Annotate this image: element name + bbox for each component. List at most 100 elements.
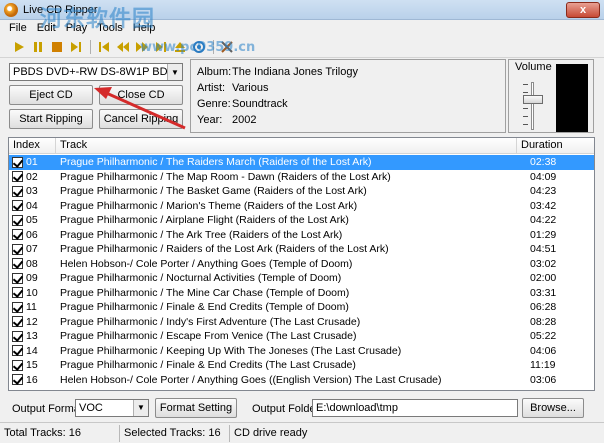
row-index-cell: 03 xyxy=(9,185,56,197)
volume-label: Volume xyxy=(515,61,552,73)
row-index: 15 xyxy=(26,359,38,372)
next-icon[interactable] xyxy=(69,40,83,54)
row-duration: 04:22 xyxy=(530,214,557,227)
status-total-tracks: Total Tracks: 16 xyxy=(0,424,120,442)
track-checkbox[interactable] xyxy=(12,359,23,371)
row-index-cell: 06 xyxy=(9,229,56,241)
album-value: The Indiana Jones Trilogy xyxy=(232,66,358,78)
status-drive: CD drive ready xyxy=(234,426,308,439)
row-index: 14 xyxy=(26,344,38,357)
start-ripping-button[interactable]: Start Ripping xyxy=(9,109,93,129)
column-header-track[interactable]: Track xyxy=(56,138,517,154)
volume-slider-thumb[interactable] xyxy=(523,95,543,105)
table-row[interactable]: 14 Prague Philharmonic / Keeping Up With … xyxy=(9,344,594,359)
row-duration: 03:42 xyxy=(530,199,557,212)
track-list: Index Track Duration 01 Prague Philharmon… xyxy=(8,137,595,391)
table-row[interactable]: 01 Prague Philharmonic / The Raiders Marc… xyxy=(9,155,594,170)
table-row[interactable]: 13 Prague Philharmonic / Escape From Veni… xyxy=(9,329,594,344)
output-format-select[interactable]: VOC ▼ xyxy=(75,399,149,417)
track-checkbox[interactable] xyxy=(12,200,23,212)
volume-slider[interactable] xyxy=(519,78,545,132)
row-duration: 01:29 xyxy=(530,228,557,241)
row-track: Prague Philharmonic / Finale & End Credi… xyxy=(60,301,349,314)
vu-meter xyxy=(556,64,588,132)
track-checkbox[interactable] xyxy=(12,301,23,313)
close-window-button[interactable]: x xyxy=(566,2,600,18)
prev-track-icon[interactable] xyxy=(97,40,111,54)
row-duration: 05:22 xyxy=(530,330,557,343)
drive-select[interactable]: PBDS DVD+-RW DS-8W1P BD1B ▼ xyxy=(9,63,183,81)
chevron-down-icon[interactable]: ▼ xyxy=(167,64,182,80)
table-row[interactable]: 05 Prague Philharmonic / Airplane Flight … xyxy=(9,213,594,228)
track-checkbox[interactable] xyxy=(12,171,23,183)
table-row[interactable]: 11 Prague Philharmonic / Finale & End Cre… xyxy=(9,300,594,315)
stop-icon[interactable] xyxy=(50,40,64,54)
table-row[interactable]: 04 Prague Philharmonic / Marion's Theme (… xyxy=(9,199,594,214)
column-header-index[interactable]: Index xyxy=(9,138,56,154)
track-checkbox[interactable] xyxy=(12,214,23,226)
row-track: Prague Philharmonic / Indy's First Adven… xyxy=(60,315,361,328)
row-track: Prague Philharmonic / The Mine Car Chase… xyxy=(60,286,350,299)
play-icon[interactable] xyxy=(12,40,26,54)
genre-value: Soundtrack xyxy=(232,98,288,110)
row-index-cell: 14 xyxy=(9,345,56,357)
row-index-cell: 04 xyxy=(9,200,56,212)
menu-file[interactable]: File xyxy=(4,22,32,34)
format-setting-button[interactable]: Format Setting xyxy=(155,398,237,418)
row-index-cell: 05 xyxy=(9,214,56,226)
table-row[interactable]: 07 Prague Philharmonic / Raiders of the L… xyxy=(9,242,594,257)
table-row[interactable]: 15 Prague Philharmonic / Finale & End Cre… xyxy=(9,358,594,373)
rewind-icon[interactable] xyxy=(116,40,130,54)
track-list-header: Index Track Duration xyxy=(9,138,594,154)
row-duration: 11:19 xyxy=(530,359,556,372)
row-track: Helen Hobson-/ Cole Porter / Anything Go… xyxy=(60,257,353,270)
track-checkbox[interactable] xyxy=(12,156,23,168)
row-track: Prague Philharmonic / Keeping Up With Th… xyxy=(60,344,402,357)
track-checkbox[interactable] xyxy=(12,258,23,270)
track-checkbox[interactable] xyxy=(12,374,23,386)
track-checkbox[interactable] xyxy=(12,229,23,241)
table-row[interactable]: 16 Helen Hobson-/ Cole Porter / Anything … xyxy=(9,373,594,388)
chevron-down-icon[interactable]: ▼ xyxy=(133,400,148,416)
pause-icon[interactable] xyxy=(31,40,45,54)
row-index-cell: 08 xyxy=(9,258,56,270)
table-row[interactable]: 12 Prague Philharmonic / Indy's First Adv… xyxy=(9,315,594,330)
row-index: 16 xyxy=(26,373,38,386)
table-row[interactable]: 10 Prague Philharmonic / The Mine Car Cha… xyxy=(9,286,594,301)
artist-label: Artist: xyxy=(197,82,226,94)
browse-button[interactable]: Browse... xyxy=(522,398,584,418)
track-checkbox[interactable] xyxy=(12,287,23,299)
row-duration: 08:28 xyxy=(530,315,557,328)
table-row[interactable]: 08 Helen Hobson-/ Cole Porter / Anything … xyxy=(9,257,594,272)
toolbar xyxy=(0,36,604,58)
close-cd-button[interactable]: Close CD xyxy=(99,85,183,105)
row-index-cell: 09 xyxy=(9,272,56,284)
table-row[interactable]: 09 Prague Philharmonic / Nocturnal Activi… xyxy=(9,271,594,286)
slider-tick xyxy=(523,108,528,109)
volume-panel: Volume xyxy=(508,59,594,133)
row-index: 06 xyxy=(26,228,38,241)
table-row[interactable]: 02 Prague Philharmonic / The Map Room - D… xyxy=(9,170,594,185)
row-track: Prague Philharmonic / The Ark Tree (Raid… xyxy=(60,228,343,241)
track-checkbox[interactable] xyxy=(12,345,23,357)
cancel-ripping-button[interactable]: Cancel Ripping xyxy=(99,109,183,129)
table-row[interactable]: 06 Prague Philharmonic / The Ark Tree (Ra… xyxy=(9,228,594,243)
output-format-label: Output Format xyxy=(12,403,83,415)
drive-select-value: PBDS DVD+-RW DS-8W1P BD1B xyxy=(13,66,181,78)
output-folder-input[interactable]: E:\download\tmp xyxy=(312,399,518,417)
table-row[interactable]: 03 Prague Philharmonic / The Basket Game … xyxy=(9,184,594,199)
column-header-duration[interactable]: Duration xyxy=(517,138,594,154)
track-checkbox[interactable] xyxy=(12,330,23,342)
track-checkbox[interactable] xyxy=(12,316,23,328)
track-checkbox[interactable] xyxy=(12,243,23,255)
row-index-cell: 13 xyxy=(9,330,56,342)
track-checkbox[interactable] xyxy=(12,272,23,284)
row-index-cell: 11 xyxy=(9,301,56,313)
artist-value: Various xyxy=(232,82,269,94)
slider-tick xyxy=(523,116,528,117)
track-checkbox[interactable] xyxy=(12,185,23,197)
eject-cd-button[interactable]: Eject CD xyxy=(9,85,93,105)
toolbar-separator xyxy=(90,39,91,54)
row-track: Prague Philharmonic / Airplane Flight (R… xyxy=(60,214,349,227)
row-track: Prague Philharmonic / Marion's Theme (Ra… xyxy=(60,199,358,212)
